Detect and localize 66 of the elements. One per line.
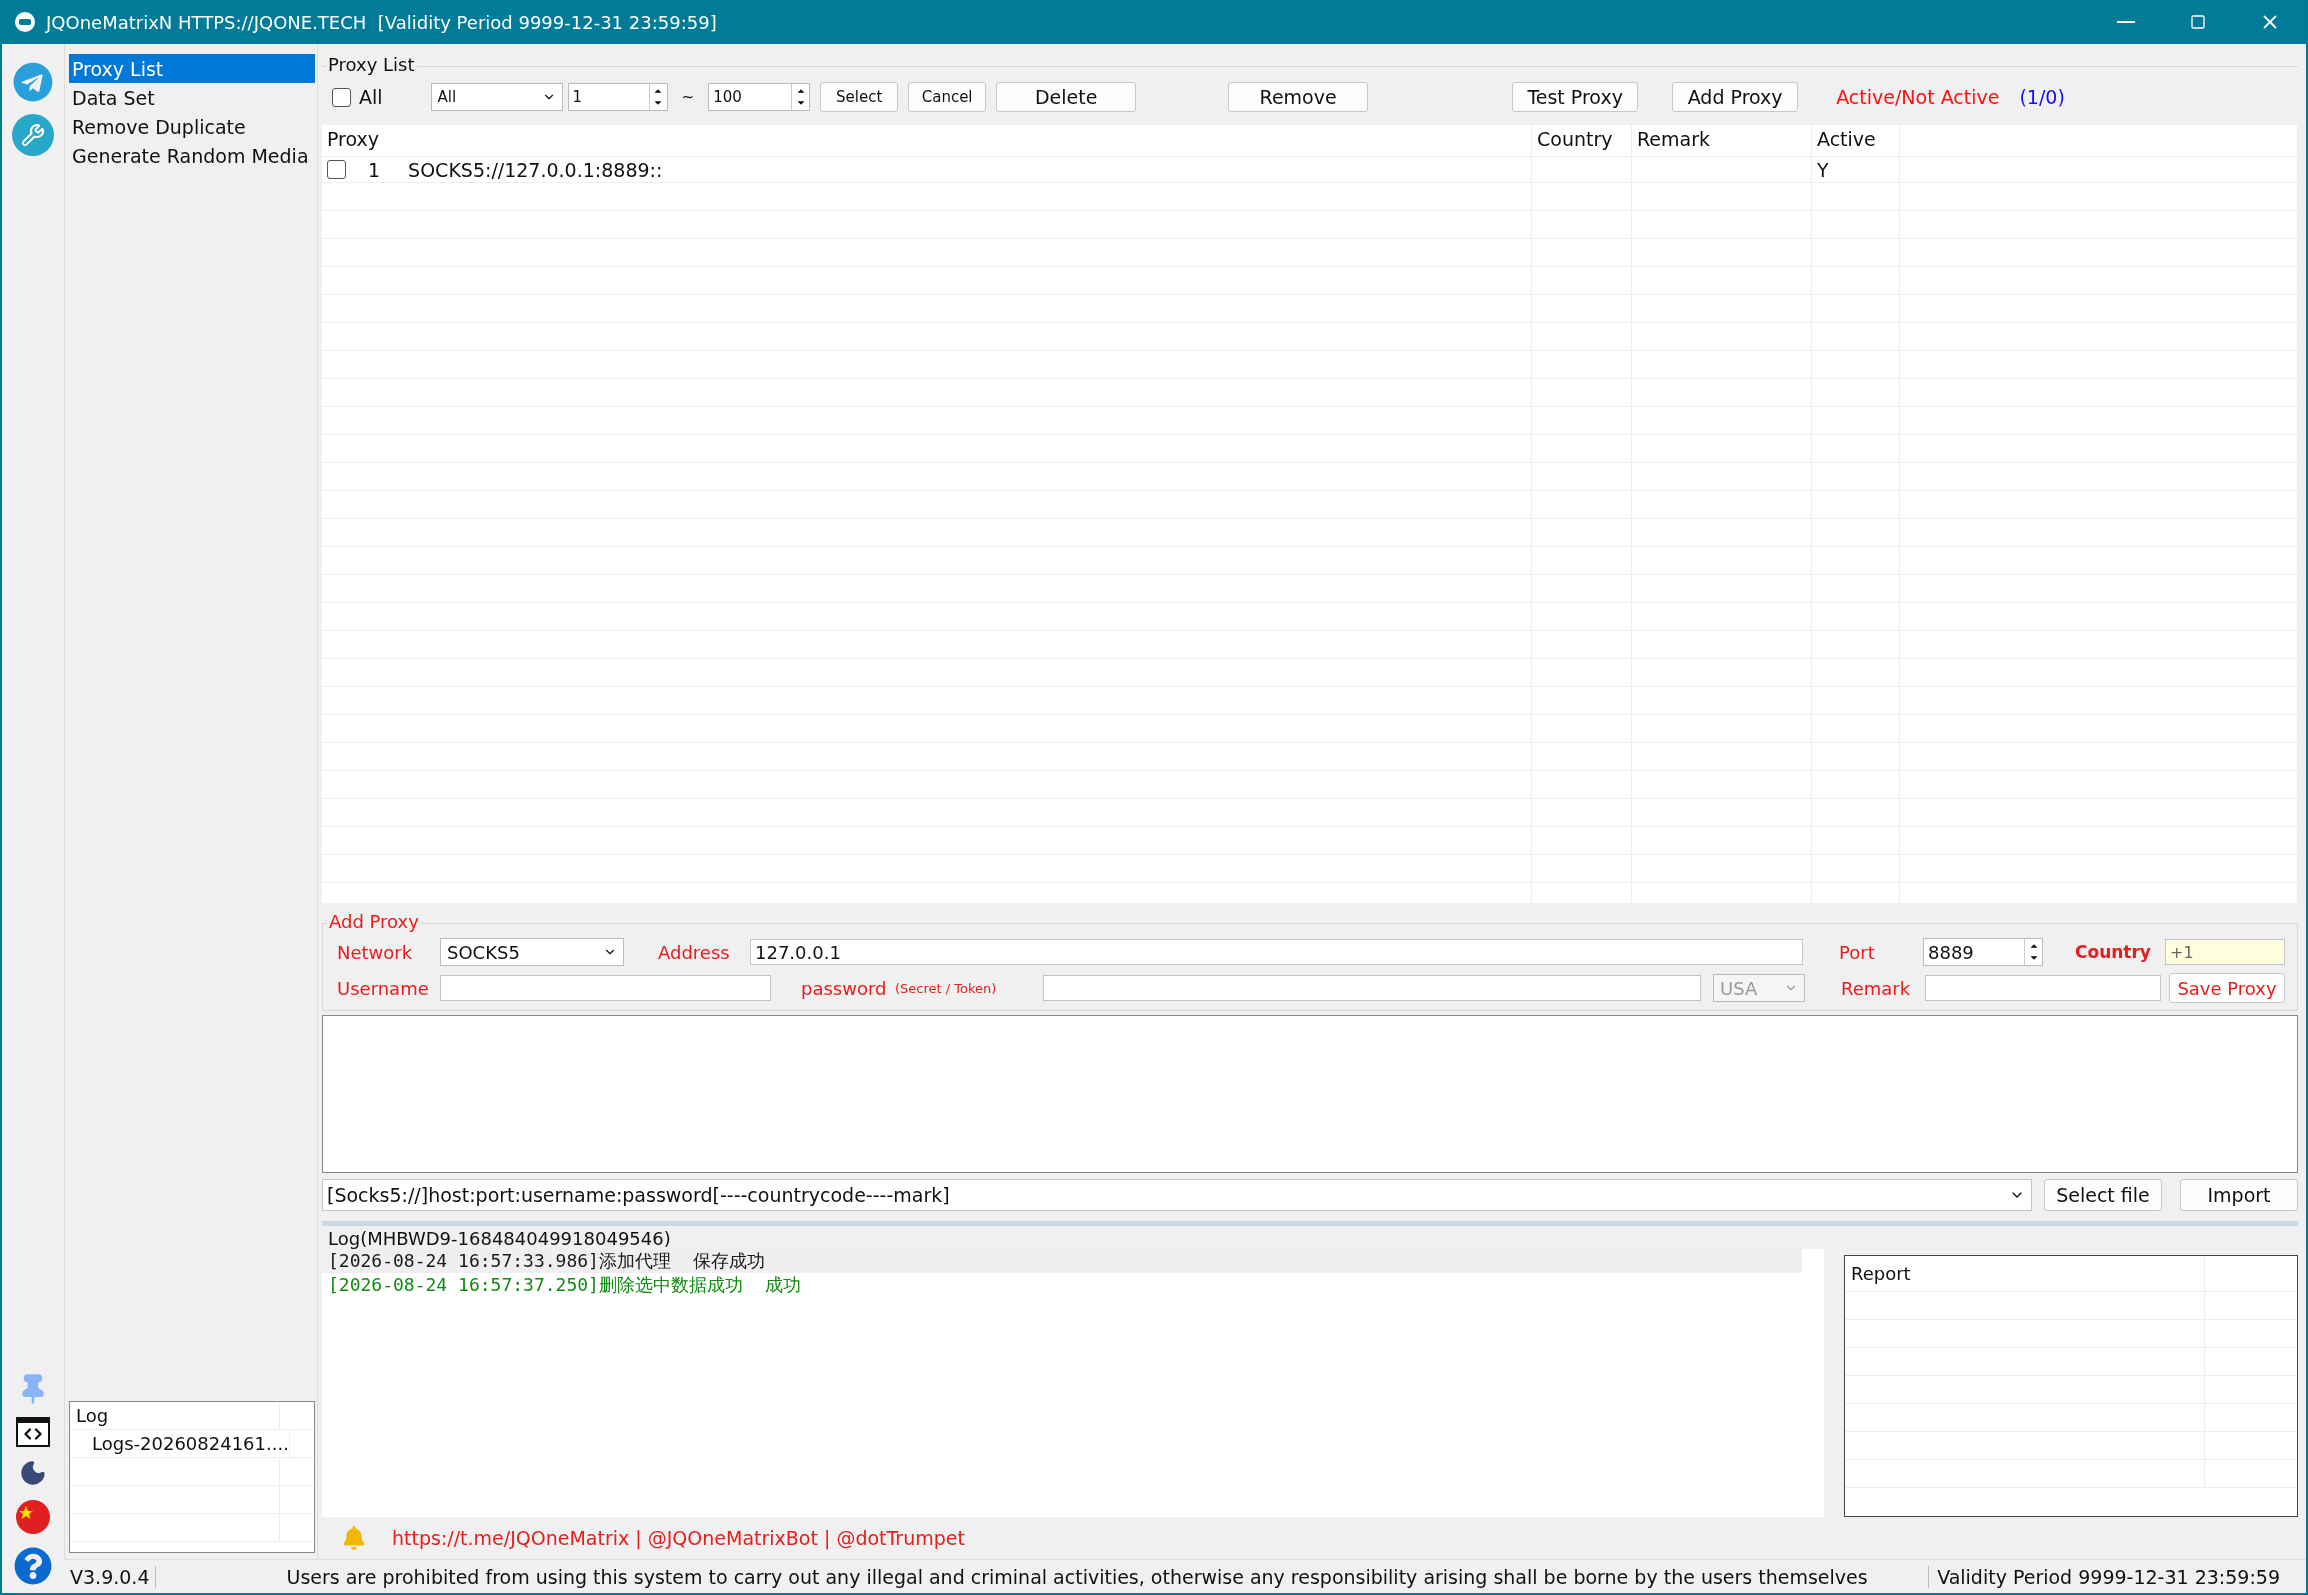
bell-icon	[342, 1526, 366, 1550]
validity-label: Validity Period 9999-12-31 23:59:59	[1928, 1565, 2306, 1588]
toolbar-button[interactable]: Delete	[996, 82, 1137, 112]
contact-links[interactable]: https://t.me/JQOneMatrix | @JQOneMatrixBot | @dotTrumpet	[392, 1527, 965, 1549]
column-header[interactable]: Remark	[1632, 125, 1812, 156]
field-label: password	[801, 977, 888, 999]
maximize-icon	[2190, 14, 2206, 30]
column-header[interactable]: Proxy	[322, 125, 1532, 156]
number-spinbox[interactable]: 8889	[1923, 938, 2043, 966]
active-count: (1/0)	[2019, 86, 2065, 108]
column-header[interactable]: Active	[1812, 125, 1900, 156]
table-cell: Y	[1817, 158, 1829, 181]
active-status-label: Active/Not Active	[1836, 86, 2000, 108]
window-title: JQOneMatrixN HTTPS://JQONE.TECH [Validity Period 9999-12-31 23:59:59]	[46, 11, 718, 33]
toolbar-button[interactable]: Add Proxy	[1672, 82, 1799, 112]
import-button[interactable]: Select file	[2044, 1179, 2162, 1211]
telegram-icon[interactable]	[13, 62, 53, 102]
app-logo-icon	[14, 11, 36, 33]
nav-item[interactable]: Proxy List	[69, 54, 315, 83]
network-dropdown[interactable]: SOCKS5	[440, 938, 624, 966]
import-button[interactable]: Import	[2180, 1179, 2298, 1211]
remark-field[interactable]	[1925, 975, 2161, 1001]
column-header: Report	[1845, 1256, 2205, 1291]
field-label: Remark	[1841, 977, 1912, 999]
filter-dropdown[interactable]: All	[430, 83, 563, 111]
field-label: Port	[1839, 941, 1876, 963]
nav-item[interactable]: Data Set	[69, 83, 315, 112]
column-header[interactable]: Country	[1532, 125, 1632, 156]
tools-icon[interactable]	[12, 114, 54, 156]
password-field[interactable]	[1043, 975, 1701, 1001]
range-separator: ~	[681, 88, 695, 106]
field-label: Address	[658, 941, 731, 963]
username-field[interactable]	[440, 975, 771, 1001]
table-cell: SOCKS5://127.0.0.1:8889::	[408, 158, 663, 181]
flag-icon[interactable]	[15, 1499, 51, 1535]
list-header: Log	[70, 1402, 280, 1429]
number-spinbox[interactable]: 100	[708, 83, 811, 111]
code-window-icon[interactable]	[16, 1417, 50, 1447]
toolbar-button[interactable]: Select	[820, 82, 899, 112]
field-label: Network	[337, 941, 414, 963]
number-spinbox[interactable]: 1	[567, 83, 668, 111]
save-proxy-button[interactable]: Save Proxy	[2169, 973, 2285, 1003]
country-code-field[interactable]: +1	[2165, 939, 2285, 965]
select-all-checkbox[interactable]: All	[332, 86, 383, 108]
log-file-item[interactable]: Logs-20260824161....	[70, 1430, 290, 1457]
moon-icon[interactable]	[19, 1459, 47, 1487]
field-label: Username	[337, 977, 430, 999]
version-label: V3.9.0.4	[64, 1565, 157, 1588]
group-title: Proxy List	[326, 54, 417, 75]
bulk-input-area[interactable]	[322, 1015, 2298, 1173]
nav-item[interactable]: Remove Duplicate	[69, 112, 315, 141]
group-title: Add Proxy	[327, 911, 421, 932]
password-hint: (Secret / Token)	[895, 980, 998, 996]
toolbar-button[interactable]: Test Proxy	[1512, 82, 1639, 112]
toolbar-button[interactable]: Remove	[1228, 82, 1369, 112]
nav-item[interactable]: Generate Random Media	[69, 141, 315, 170]
minimize-icon	[2117, 21, 2135, 23]
toolbar-button[interactable]: Cancel	[908, 82, 987, 112]
legal-notice: Users are prohibited from using this system to carry out any illegal and criminal activities, otherwise any responsibility arising shall be borne by the users themselves	[285, 1565, 1869, 1588]
row-number: 1	[368, 158, 381, 181]
help-icon[interactable]	[14, 1547, 52, 1585]
format-combo[interactable]: [Socks5://]host:port:username:password[----countrycode----mark]	[322, 1179, 2032, 1211]
row-checkbox[interactable]	[327, 160, 346, 179]
field-label: Country	[2075, 942, 2152, 962]
address-field[interactable]: 127.0.0.1	[750, 939, 1803, 965]
log-title: Log(MHBWD9-168484049918049546)	[327, 1227, 672, 1249]
